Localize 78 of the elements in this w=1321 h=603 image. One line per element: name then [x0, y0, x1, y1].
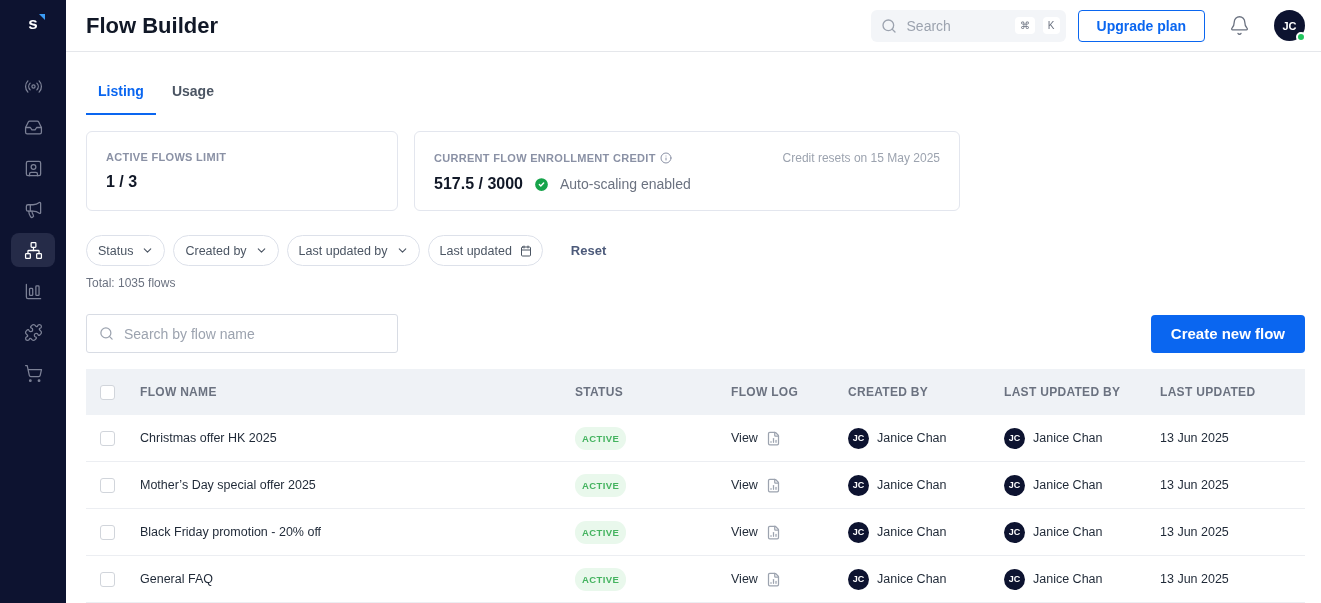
- file-icon[interactable]: [765, 571, 781, 587]
- create-flow-button[interactable]: Create new flow: [1150, 314, 1305, 353]
- table-cell-text: 13 Jun 2025: [1160, 525, 1230, 539]
- filter-button[interactable]: Status: [86, 235, 166, 266]
- search-icon: [99, 326, 114, 341]
- avatar: JC: [1004, 474, 1025, 496]
- flow-search-input[interactable]: Search by flow name: [122, 324, 385, 343]
- table-cell: Janice Chan: [1033, 525, 1103, 539]
- column-header: STATUS: [575, 385, 625, 399]
- avatar: JC: [848, 427, 869, 449]
- shortcut-key: K: [1042, 17, 1060, 34]
- table-cell-text: Mother’s Day special offer 2025: [140, 478, 317, 492]
- avatar: JC: [1004, 568, 1025, 590]
- table-cell: Janice Chan: [877, 478, 947, 492]
- search-field[interactable]: Search ⌘ K: [870, 9, 1066, 42]
- avatar: JC: [1004, 521, 1025, 543]
- column-header: FLOW LOG: [731, 385, 800, 399]
- table-cell-text: Christmas offer HK 2025: [140, 431, 278, 445]
- filter-button[interactable]: Created by: [173, 235, 279, 266]
- column-header: FLOW NAME: [140, 385, 218, 399]
- table-cell: Janice Chan: [1033, 431, 1103, 445]
- avatar: JC: [1004, 427, 1025, 449]
- checkbox[interactable]: [100, 430, 115, 446]
- view-link[interactable]: View: [731, 572, 758, 586]
- search-input[interactable]: Search: [904, 16, 1007, 35]
- checkbox[interactable]: [100, 477, 115, 493]
- status-badge: ACTIVE: [575, 567, 627, 591]
- filter-button[interactable]: Last updated: [427, 235, 543, 266]
- search-icon: [880, 17, 897, 34]
- status-badge: ACTIVE: [575, 520, 627, 544]
- table-cell: Janice Chan: [877, 525, 947, 539]
- checkbox[interactable]: [100, 384, 115, 400]
- table-cell-text: 13 Jun 2025: [1160, 431, 1230, 445]
- user-avatar[interactable]: JC: [1274, 10, 1305, 41]
- logo: s: [24, 14, 42, 38]
- column-header: CREATED BY: [848, 385, 930, 399]
- table-cell-text: 13 Jun 2025: [1160, 572, 1230, 586]
- table-cell-text: Black Friday promotion - 20% off: [140, 525, 323, 539]
- total-count: Total: 1035 flows: [86, 276, 177, 290]
- shortcut-key: ⌘: [1014, 17, 1035, 34]
- page-title: Flow Builder: [86, 12, 219, 39]
- flow-icon[interactable]: [11, 233, 55, 267]
- card-value: 517.5 / 3000: [434, 175, 523, 193]
- flow-search-field[interactable]: Search by flow name: [86, 314, 398, 353]
- file-icon[interactable]: [765, 477, 781, 493]
- avatar: JC: [848, 568, 869, 590]
- view-link[interactable]: View: [731, 478, 758, 492]
- column-header: LAST UPDATED: [1160, 385, 1257, 399]
- file-icon[interactable]: [765, 430, 781, 446]
- file-icon[interactable]: [765, 524, 781, 540]
- table-cell-text: 13 Jun 2025: [1160, 478, 1230, 492]
- status-badge: ACTIVE: [575, 426, 627, 450]
- tab[interactable]: Usage: [159, 72, 226, 115]
- avatar: JC: [848, 474, 869, 496]
- calendar-icon: [519, 244, 532, 257]
- card-label: CURRENT FLOW ENROLLMENT CREDIT: [434, 152, 656, 164]
- checkbox[interactable]: [100, 524, 115, 540]
- filter-button[interactable]: Last updated by: [286, 235, 420, 266]
- table-cell: Janice Chan: [1033, 572, 1103, 586]
- table-cell: Janice Chan: [1033, 478, 1103, 492]
- reset-button[interactable]: Reset: [564, 242, 613, 259]
- avatar: JC: [848, 521, 869, 543]
- reset-note: Credit resets on 15 May 2025: [782, 151, 940, 165]
- status-badge: ACTIVE: [575, 473, 627, 497]
- checkbox[interactable]: [100, 571, 115, 587]
- column-header: LAST UPDATED BY: [1004, 385, 1122, 399]
- table-cell: Janice Chan: [877, 431, 947, 445]
- view-link[interactable]: View: [731, 525, 758, 539]
- tab[interactable]: Listing: [86, 72, 156, 115]
- upgrade-button[interactable]: Upgrade plan: [1077, 9, 1205, 42]
- status-text: Auto-scaling enabled: [559, 176, 691, 192]
- check-circle-icon: [532, 175, 550, 193]
- table-cell: Janice Chan: [877, 572, 947, 586]
- info-icon: [659, 152, 672, 164]
- table-cell-text: General FAQ: [140, 572, 214, 586]
- card-value: 1 / 3: [106, 173, 138, 191]
- view-link[interactable]: View: [731, 431, 758, 445]
- card-label: ACTIVE FLOWS LIMIT: [106, 151, 227, 163]
